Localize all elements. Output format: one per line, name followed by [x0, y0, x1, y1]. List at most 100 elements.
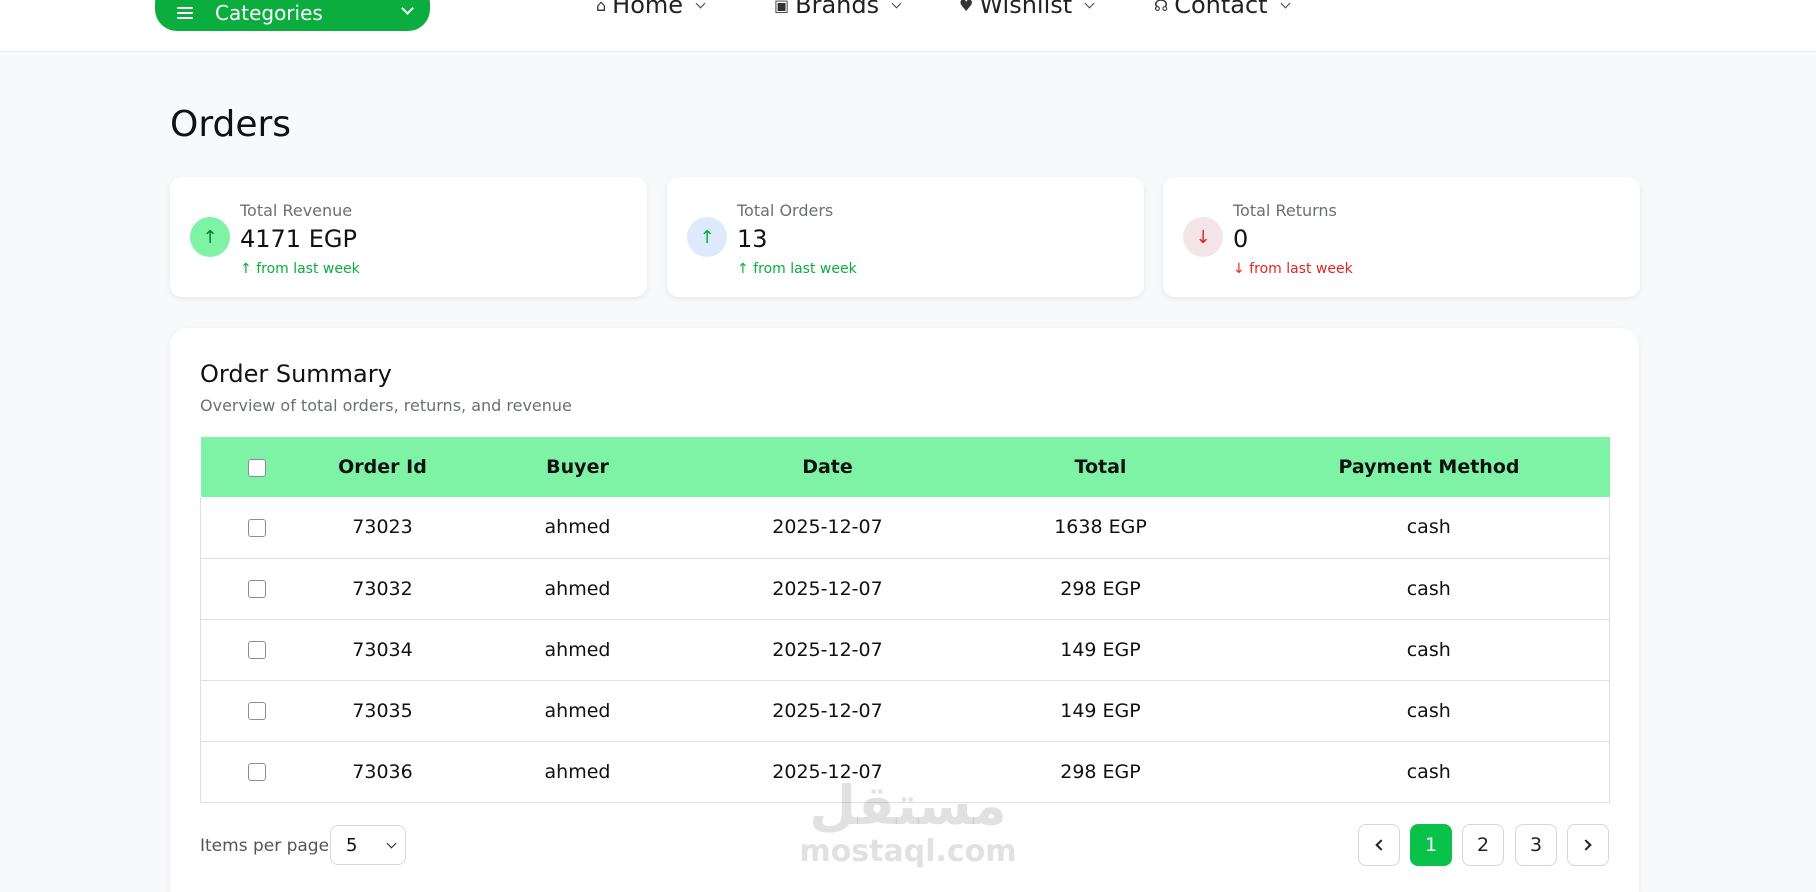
- cell-date: 2025-12-07: [702, 497, 953, 559]
- top-navbar: Categories ⌂ Home ▣ Brands ♥ Wishlist ☊ …: [0, 0, 1816, 52]
- headset-icon: ☊: [1154, 0, 1169, 15]
- chevron-down-icon: [695, 0, 706, 8]
- cell-total: 298 EGP: [952, 558, 1249, 620]
- select-all-cell: [201, 437, 313, 497]
- cell-payment: cash: [1248, 497, 1610, 559]
- categories-label: Categories: [215, 0, 323, 25]
- page-button-2[interactable]: 2: [1462, 824, 1504, 866]
- cell-order-id: 73034: [312, 619, 453, 681]
- chevron-down-icon: [891, 0, 902, 8]
- page-button-1[interactable]: 1: [1410, 824, 1452, 866]
- nav-item-label: Home: [612, 0, 684, 19]
- row-checkbox[interactable]: [247, 702, 266, 720]
- table-row: 73035 ahmed 2025-12-07 149 EGP cash: [200, 680, 1610, 742]
- table-row: 73023 ahmed 2025-12-07 1638 EGP cash: [200, 497, 1610, 559]
- row-checkbox-cell: [200, 497, 313, 559]
- cell-order-id: 73036: [312, 741, 453, 803]
- page-button-3[interactable]: 3: [1515, 824, 1557, 866]
- categories-button[interactable]: Categories: [155, 0, 430, 31]
- column-header-total[interactable]: Total: [953, 437, 1249, 497]
- nav-item-home[interactable]: ⌂ Home: [596, 0, 706, 20]
- table-row: 73034 ahmed 2025-12-07 149 EGP cash: [200, 619, 1610, 681]
- prev-page-button[interactable]: [1358, 824, 1400, 866]
- chevron-down-icon: [401, 2, 414, 15]
- chevron-down-icon: [386, 838, 397, 849]
- items-per-page-label: Items per page:: [200, 836, 335, 856]
- page-title: Orders: [170, 104, 292, 145]
- row-checkbox[interactable]: [247, 580, 266, 598]
- stat-trend: ↓ from last week: [1233, 261, 1353, 277]
- home-icon: ⌂: [596, 0, 607, 15]
- watermark-logo: مستقل mostaql.com: [798, 777, 1018, 869]
- table-header-row: Order Id Buyer Date Total Payment Method: [200, 437, 1610, 497]
- arrow-up-icon: ↑: [190, 217, 230, 257]
- column-header-order-id[interactable]: Order Id: [313, 437, 453, 497]
- table-row: 73032 ahmed 2025-12-07 298 EGP cash: [200, 558, 1610, 620]
- cell-buyer: ahmed: [452, 558, 703, 620]
- nav-item-wishlist[interactable]: ♥ Wishlist: [959, 0, 1095, 20]
- nav-item-label: Brands: [795, 0, 880, 19]
- stat-value: 4171 EGP: [240, 225, 357, 253]
- nav-item-label: Wishlist: [979, 0, 1073, 19]
- cell-order-id: 73032: [312, 558, 453, 620]
- row-checkbox[interactable]: [247, 763, 266, 781]
- cell-buyer: ahmed: [452, 619, 703, 681]
- cell-payment: cash: [1248, 680, 1610, 742]
- column-header-date[interactable]: Date: [703, 437, 953, 497]
- nav-item-contact[interactable]: ☊ Contact: [1154, 0, 1291, 20]
- arrow-up-icon: ↑: [737, 261, 749, 277]
- cell-order-id: 73023: [312, 497, 453, 559]
- row-checkbox-cell: [200, 680, 313, 742]
- hand-heart-icon: ♥: [959, 0, 974, 15]
- stat-value: 13: [737, 225, 768, 253]
- select-all-checkbox[interactable]: [247, 458, 266, 477]
- cell-payment: cash: [1248, 619, 1610, 681]
- column-header-payment-method[interactable]: Payment Method: [1249, 437, 1610, 497]
- cell-total: 149 EGP: [952, 619, 1249, 681]
- cell-date: 2025-12-07: [702, 558, 953, 620]
- stat-trend-text: from last week: [1249, 261, 1353, 277]
- cell-total: 149 EGP: [952, 680, 1249, 742]
- stat-trend: ↑ from last week: [240, 261, 360, 277]
- arrow-up-icon: ↑: [240, 261, 252, 277]
- chevron-down-icon: [1084, 0, 1095, 8]
- cell-buyer: ahmed: [452, 680, 703, 742]
- arrow-down-icon: ↓: [1183, 217, 1223, 257]
- cell-buyer: ahmed: [452, 741, 703, 803]
- nav-item-label: Contact: [1174, 0, 1268, 19]
- arrow-down-icon: ↓: [1233, 261, 1245, 277]
- cell-total: 1638 EGP: [952, 497, 1249, 559]
- cell-buyer: ahmed: [452, 497, 703, 559]
- row-checkbox[interactable]: [247, 641, 266, 659]
- cell-order-id: 73035: [312, 680, 453, 742]
- next-page-button[interactable]: [1567, 824, 1609, 866]
- watermark-latin: mostaql.com: [799, 834, 1017, 869]
- stat-card-returns: ↓ Total Returns 0 ↓ from last week: [1163, 177, 1640, 297]
- cell-date: 2025-12-07: [702, 680, 953, 742]
- watermark-arabic: مستقل: [809, 774, 1007, 837]
- row-checkbox-cell: [200, 741, 313, 803]
- chevron-left-icon: [1375, 839, 1387, 851]
- items-per-page-select[interactable]: 5: [330, 825, 406, 865]
- row-checkbox-cell: [200, 558, 313, 620]
- stat-trend: ↑ from last week: [737, 261, 857, 277]
- nav-item-brands[interactable]: ▣ Brands: [774, 0, 902, 20]
- column-header-buyer[interactable]: Buyer: [453, 437, 703, 497]
- chevron-down-icon: [1280, 0, 1291, 8]
- row-checkbox[interactable]: [247, 518, 266, 537]
- stat-trend-text: from last week: [256, 261, 360, 277]
- stat-label: Total Returns: [1233, 201, 1337, 220]
- brand-icon: ▣: [774, 0, 790, 15]
- summary-subtitle: Overview of total orders, returns, and r…: [200, 396, 572, 415]
- menu-icon: [177, 6, 193, 19]
- chevron-right-icon: [1580, 839, 1592, 851]
- row-checkbox-cell: [200, 619, 313, 681]
- stat-card-orders: ↑ Total Orders 13 ↑ from last week: [667, 177, 1144, 297]
- stat-value: 0: [1233, 225, 1249, 253]
- orders-table: Order Id Buyer Date Total Payment Method…: [200, 437, 1610, 803]
- stat-card-revenue: ↑ Total Revenue 4171 EGP ↑ from last wee…: [170, 177, 647, 297]
- items-per-page-value: 5: [346, 834, 358, 856]
- arrow-up-icon: ↑: [687, 217, 727, 257]
- stat-label: Total Orders: [737, 201, 834, 220]
- cell-payment: cash: [1248, 741, 1610, 803]
